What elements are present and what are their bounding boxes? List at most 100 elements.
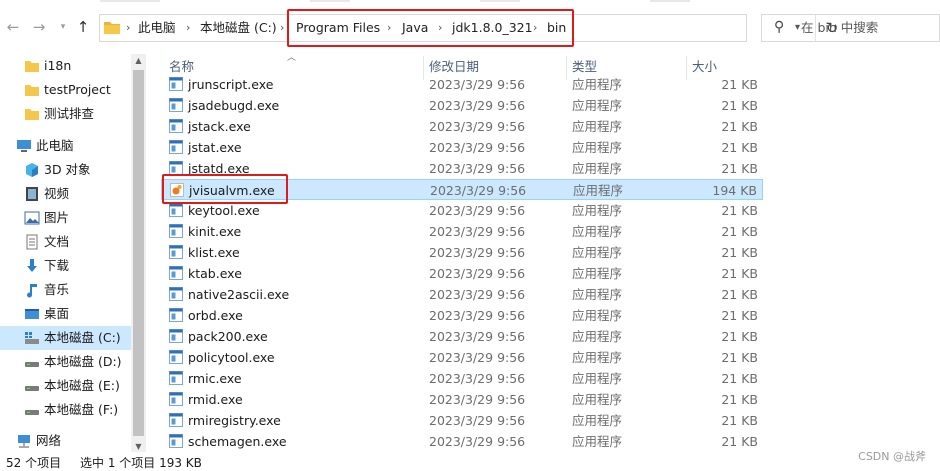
exe-file-icon (169, 77, 183, 91)
item-count: 52 个项目 (6, 456, 62, 470)
file-size: 21 KB (721, 413, 758, 428)
file-row[interactable]: kinit.exe 2023/3/29 9:56 应用程序 21 KB (161, 221, 763, 242)
search-box[interactable]: ⚲ 在 bin 中搜索 (761, 14, 940, 42)
file-name: native2ascii.exe (188, 287, 290, 302)
file-size: 194 KB (712, 183, 757, 198)
selection-info: 选中 1 个项目 193 KB (80, 456, 202, 470)
file-date: 2023/3/29 9:56 (429, 140, 526, 155)
sidebar-scrollbar[interactable]: ▲ ▼ (131, 54, 146, 454)
sidebar-item-drive-e[interactable]: 本地磁盘 (E:) (0, 374, 131, 398)
folder-icon (25, 85, 39, 96)
up-arrow-icon[interactable]: ↑ (72, 16, 94, 38)
network-icon (18, 435, 30, 448)
sidebar-item-network[interactable]: 网络 (0, 429, 131, 453)
file-type: 应用程序 (572, 77, 623, 92)
file-row[interactable]: rmid.exe 2023/3/29 9:56 应用程序 21 KB (161, 389, 763, 410)
sidebar-item-videos[interactable]: 视频 (0, 182, 131, 206)
file-row[interactable]: ktab.exe 2023/3/29 9:56 应用程序 21 KB (161, 263, 763, 284)
chevron-right-icon: › (126, 21, 131, 34)
sidebar-item-test-debug[interactable]: 测试排查 (0, 102, 131, 126)
scrollbar-thumb[interactable] (133, 70, 144, 436)
file-row[interactable]: pack200.exe 2023/3/29 9:56 应用程序 21 KB (161, 326, 763, 347)
sidebar-item-testproject[interactable]: testProject (0, 78, 131, 102)
search-placeholder: 在 bin 中搜索 (801, 20, 879, 35)
file-row[interactable]: klist.exe 2023/3/29 9:56 应用程序 21 KB (161, 242, 763, 263)
video-icon (26, 187, 38, 201)
exe-file-icon (169, 308, 183, 322)
sidebar-item-music[interactable]: 音乐 (0, 278, 131, 302)
file-date: 2023/3/29 9:56 (429, 224, 526, 239)
sidebar-item-drive-d[interactable]: 本地磁盘 (D:) (0, 350, 131, 374)
recent-locations-chevron-icon[interactable]: ▾ (52, 16, 74, 38)
folder-icon (25, 109, 39, 120)
file-type: 应用程序 (572, 287, 623, 302)
breadcrumb-this-pc[interactable]: 此电脑 (138, 15, 176, 41)
sidebar-item-drive-f[interactable]: 本地磁盘 (F:) (0, 398, 131, 422)
file-type: 应用程序 (573, 183, 624, 198)
file-type: 应用程序 (572, 413, 623, 428)
exe-file-icon (169, 413, 183, 427)
chevron-right-icon: › (186, 21, 191, 34)
file-size: 21 KB (721, 308, 758, 323)
file-name: jstack.exe (188, 119, 251, 134)
sidebar-item-downloads[interactable]: 下载 (0, 254, 131, 278)
exe-file-icon (169, 350, 183, 364)
file-size: 21 KB (721, 392, 758, 407)
file-size: 21 KB (721, 161, 758, 176)
file-date: 2023/3/29 9:56 (429, 266, 526, 281)
search-icon: ⚲ (774, 19, 785, 35)
file-name: kinit.exe (188, 224, 242, 239)
file-row[interactable]: policytool.exe 2023/3/29 9:56 应用程序 21 KB (161, 347, 763, 368)
file-size: 21 KB (721, 203, 758, 218)
exe-file-icon (169, 98, 183, 112)
sidebar-item-drive-c[interactable]: 本地磁盘 (C:) (0, 326, 131, 350)
file-row[interactable]: rmic.exe 2023/3/29 9:56 应用程序 21 KB (161, 368, 763, 389)
navigation-pane: i18n testProject 测试排查 此电脑 3D 对象 视频 图片 文档… (0, 54, 148, 454)
exe-file-icon (169, 140, 183, 154)
breadcrumb-drive-c[interactable]: 本地磁盘 (C:) (200, 15, 277, 41)
file-date: 2023/3/29 9:56 (429, 245, 526, 260)
exe-file-icon (169, 371, 183, 385)
file-type: 应用程序 (572, 224, 623, 239)
file-size: 21 KB (721, 287, 758, 302)
chevron-right-icon: › (280, 21, 285, 34)
forward-arrow-icon[interactable]: → (28, 16, 50, 38)
file-row[interactable]: rmiregistry.exe 2023/3/29 9:56 应用程序 21 KB (161, 410, 763, 431)
file-type: 应用程序 (572, 98, 623, 113)
file-type: 应用程序 (572, 203, 623, 218)
file-row[interactable]: jstat.exe 2023/3/29 9:56 应用程序 21 KB (161, 137, 763, 158)
scroll-up-icon[interactable]: ▲ (131, 54, 146, 68)
file-size: 21 KB (721, 98, 758, 113)
file-type: 应用程序 (572, 140, 623, 155)
file-row[interactable]: native2ascii.exe 2023/3/29 9:56 应用程序 21 KB (161, 284, 763, 305)
sidebar-item-desktop[interactable]: 桌面 (0, 302, 131, 326)
file-type: 应用程序 (572, 119, 623, 134)
file-name: jsadebugd.exe (188, 98, 280, 113)
file-type: 应用程序 (572, 350, 623, 365)
drive-icon (25, 386, 39, 391)
sort-ascending-icon: ︿ (287, 53, 297, 63)
file-type: 应用程序 (572, 434, 623, 449)
sidebar-item-this-pc[interactable]: 此电脑 (0, 134, 131, 158)
file-row[interactable]: jstack.exe 2023/3/29 9:56 应用程序 21 KB (161, 116, 763, 137)
sidebar-item-documents[interactable]: 文档 (0, 230, 131, 254)
file-size: 21 KB (721, 266, 758, 281)
file-row[interactable]: jrunscript.exe 2023/3/29 9:56 应用程序 21 KB (161, 74, 763, 95)
back-arrow-icon[interactable]: ← (2, 16, 24, 38)
file-name: schemagen.exe (188, 434, 287, 449)
file-name: rmid.exe (188, 392, 243, 407)
file-row[interactable]: jsadebugd.exe 2023/3/29 9:56 应用程序 21 KB (161, 95, 763, 116)
sidebar-item-3d-objects[interactable]: 3D 对象 (0, 158, 131, 182)
file-name: jstat.exe (188, 140, 242, 155)
exe-file-icon (169, 224, 183, 238)
sidebar-item-i18n[interactable]: i18n (0, 54, 131, 78)
file-row[interactable]: schemagen.exe 2023/3/29 9:56 应用程序 21 KB (161, 431, 763, 452)
documents-icon (26, 234, 38, 250)
file-name: pack200.exe (188, 329, 268, 344)
sidebar-item-pictures[interactable]: 图片 (0, 206, 131, 230)
file-date: 2023/3/29 9:56 (429, 434, 526, 449)
file-row[interactable]: orbd.exe 2023/3/29 9:56 应用程序 21 KB (161, 305, 763, 326)
file-date: 2023/3/29 9:56 (429, 308, 526, 323)
exe-file-icon (169, 266, 183, 280)
folder-icon (104, 22, 120, 34)
